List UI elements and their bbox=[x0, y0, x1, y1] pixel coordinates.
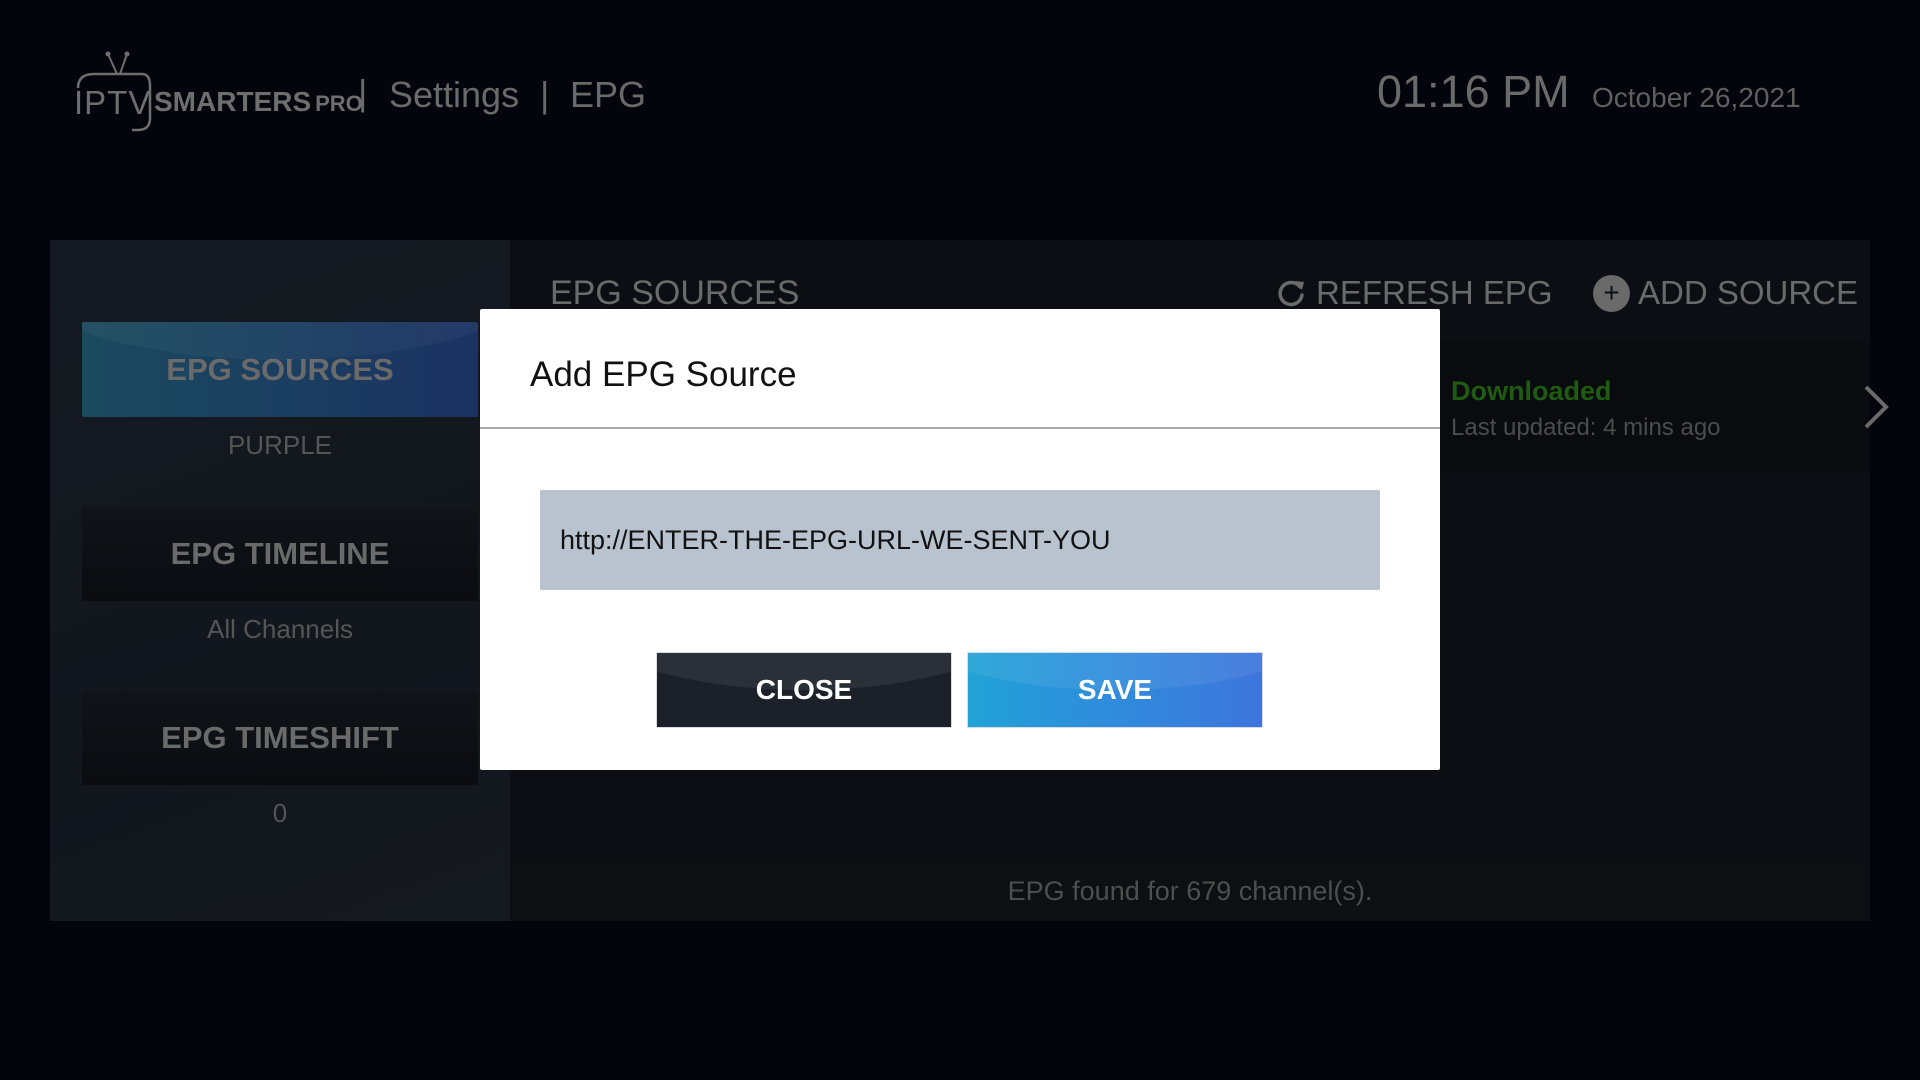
refresh-icon bbox=[1278, 280, 1304, 307]
logo-pro: PRO bbox=[315, 91, 363, 116]
add-epg-source-dialog: Add EPG Source CLOSE SAVE bbox=[480, 309, 1440, 770]
add-source-label: ADD SOURCE bbox=[1638, 274, 1859, 311]
clock-time: 01:16 PM bbox=[1377, 66, 1570, 117]
app-logo: IPTV SMARTERS PRO bbox=[72, 46, 372, 136]
logo-smarters-text: SMARTERS PRO bbox=[154, 86, 363, 118]
epg-status-footer: EPG found for 679 channel(s). bbox=[510, 862, 1870, 921]
logo-brand: SMARTERS bbox=[154, 86, 312, 117]
dialog-divider bbox=[480, 427, 1440, 429]
close-button-label: CLOSE bbox=[755, 674, 853, 705]
breadcrumb-epg: EPG bbox=[570, 74, 647, 115]
sidebar-item-value: All Channels bbox=[207, 614, 353, 644]
close-button[interactable]: CLOSE bbox=[656, 652, 952, 728]
save-button[interactable]: SAVE bbox=[967, 652, 1263, 728]
app-header: IPTV SMARTERS PRO | Settings | EPG 01:16 … bbox=[0, 0, 1920, 200]
chevron-right-icon bbox=[1864, 385, 1889, 429]
epg-url-input[interactable] bbox=[540, 490, 1380, 590]
sidebar-item-value: 0 bbox=[272, 798, 288, 828]
source-last-updated: Last updated: 4 mins ago bbox=[1451, 414, 1721, 441]
sidebar-item-epg-timeshift[interactable]: EPG TIMESHIFT bbox=[82, 690, 478, 785]
clock-date: October 26,2021 bbox=[1592, 82, 1801, 113]
epg-channel-count: EPG found for 679 channel(s). bbox=[1007, 876, 1373, 906]
breadcrumb-settings[interactable]: Settings bbox=[389, 74, 519, 116]
refresh-epg-label: REFRESH EPG bbox=[1316, 274, 1553, 311]
dialog-title: Add EPG Source bbox=[530, 355, 797, 394]
refresh-epg-button[interactable]: REFRESH EPG bbox=[1276, 274, 1553, 312]
sidebar-item-label: EPG TIMELINE bbox=[170, 535, 390, 571]
breadcrumb-separator: | bbox=[540, 74, 550, 115]
sidebar-item-label: EPG SOURCES bbox=[166, 351, 394, 387]
sidebar: EPG SOURCES PURPLE EPG TIMELINE All Chan… bbox=[50, 240, 510, 921]
sidebar-item-label: EPG TIMESHIFT bbox=[161, 719, 399, 755]
plus-circle-icon: + bbox=[1593, 274, 1630, 312]
sidebar-item-epg-sources[interactable]: EPG SOURCES bbox=[82, 322, 478, 417]
logo-iptv-text: IPTV bbox=[74, 84, 152, 121]
source-status: Downloaded bbox=[1451, 376, 1612, 406]
breadcrumb-separator: | bbox=[358, 72, 368, 113]
save-button-label: SAVE bbox=[1077, 674, 1153, 705]
sidebar-item-epg-timeline[interactable]: EPG TIMELINE bbox=[82, 506, 478, 601]
add-source-button[interactable]: + ADD SOURCE bbox=[1593, 274, 1858, 312]
section-title: EPG SOURCES bbox=[550, 274, 800, 312]
sidebar-item-value: PURPLE bbox=[227, 430, 333, 460]
